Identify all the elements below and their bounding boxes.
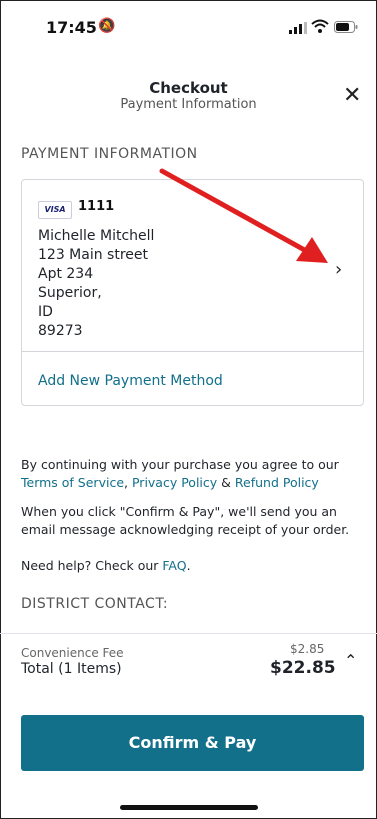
add-payment-method-link[interactable]: Add New Payment Method (38, 373, 223, 389)
wifi-icon (311, 19, 329, 33)
annotation-arrow (159, 168, 328, 263)
convenience-fee-value: $2.85 (290, 642, 325, 656)
bell-slash-icon: 🔕 (98, 18, 116, 34)
status-time: 17:45 (46, 18, 97, 37)
page-title: Checkout (149, 79, 228, 97)
agree-text: By continuing with your purchase you agr… (21, 457, 339, 472)
cardholder-name: Michelle Mitchell (38, 228, 155, 244)
refund-policy-link[interactable]: Refund Policy (235, 475, 319, 490)
close-icon[interactable]: ✕ (343, 83, 361, 108)
home-indicator (120, 805, 258, 810)
privacy-policy-link[interactable]: Privacy Policy (132, 475, 217, 490)
card-divider (22, 351, 363, 352)
page-subtitle: Payment Information (120, 97, 257, 112)
address-line: 123 Main street (38, 247, 148, 263)
phone-frame (0, 0, 377, 819)
terms-paragraph: By continuing with your purchase you agr… (21, 456, 366, 492)
address-city: Superior, (38, 285, 102, 301)
help-text: Need help? Check our (21, 558, 159, 573)
summary-divider (0, 633, 377, 634)
help-paragraph: Need help? Check our FAQ. (21, 557, 366, 575)
faq-link[interactable]: FAQ (162, 558, 186, 573)
battery-icon (334, 21, 358, 33)
payment-section-title: PAYMENT INFORMATION (21, 146, 198, 162)
confirm-pay-button[interactable]: Confirm & Pay (21, 715, 364, 771)
district-contact-title: DISTRICT CONTACT: (21, 596, 169, 612)
chevron-up-icon[interactable]: ⌃ (344, 651, 357, 670)
chevron-right-icon: › (335, 259, 343, 280)
total-label: Total (1 Items) (21, 661, 122, 677)
comma: , (124, 475, 128, 490)
total-value: $22.85 (270, 658, 336, 678)
confirm-info-text: When you click "Confirm & Pay", we'll se… (21, 504, 350, 537)
visa-logo: VISA (38, 201, 72, 219)
cellular-signal-icon (289, 22, 307, 34)
address-zip: 89273 (38, 323, 83, 339)
ampersand: & (221, 475, 231, 490)
card-last4: 1111 (78, 199, 115, 214)
convenience-fee-label: Convenience Fee (21, 646, 124, 660)
period: . (186, 558, 191, 573)
terms-of-service-link[interactable]: Terms of Service (21, 475, 124, 490)
address-line: Apt 234 (38, 266, 94, 282)
address-state: ID (38, 304, 53, 320)
